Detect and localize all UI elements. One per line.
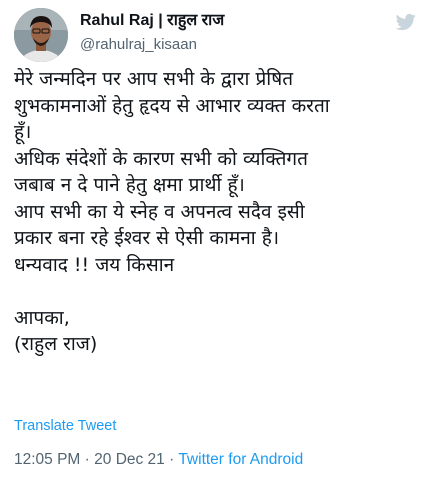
author-display-name[interactable]: Rahul Raj | राहुल राज bbox=[80, 11, 224, 31]
avatar-image bbox=[14, 8, 68, 62]
tweet-card: Rahul Raj | राहुल राज @rahulraj_kisaan म… bbox=[0, 0, 432, 480]
author-handle[interactable]: @rahulraj_kisaan bbox=[80, 35, 224, 55]
translate-tweet-link[interactable]: Translate Tweet bbox=[14, 416, 116, 436]
meta-separator: · bbox=[80, 451, 95, 468]
tweet-source-link[interactable]: Twitter for Android bbox=[178, 451, 303, 468]
avatar[interactable] bbox=[14, 8, 68, 62]
tweet-time[interactable]: 12:05 PM bbox=[14, 451, 80, 468]
author-names: Rahul Raj | राहुल राज @rahulraj_kisaan bbox=[80, 11, 224, 55]
tweet-header: Rahul Raj | राहुल राज @rahulraj_kisaan bbox=[14, 8, 418, 64]
tweet-metadata: 12:05 PM · 20 Dec 21 · Twitter for Andro… bbox=[14, 450, 303, 470]
tweet-date[interactable]: 20 Dec 21 bbox=[94, 451, 165, 468]
meta-separator: · bbox=[164, 451, 179, 468]
twitter-bird-icon bbox=[395, 12, 416, 32]
tweet-text: मेरे जन्मदिन पर आप सभी के द्वारा प्रेषित… bbox=[14, 68, 330, 355]
